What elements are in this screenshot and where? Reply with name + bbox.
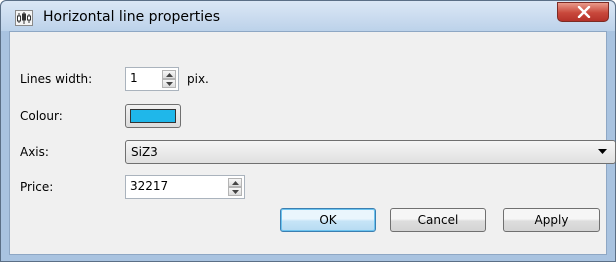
- lines-width-label: Lines width:: [20, 72, 93, 86]
- lines-width-up-button[interactable]: [162, 70, 176, 79]
- price-label: Price:: [20, 180, 54, 194]
- window-title: Horizontal line properties: [43, 9, 221, 25]
- lines-width-spinbox[interactable]: 1: [125, 67, 179, 91]
- price-spinbox[interactable]: 32217: [125, 175, 245, 199]
- arrow-down-icon: [232, 190, 239, 194]
- axis-dropdown[interactable]: SiZ3: [125, 140, 616, 164]
- lines-width-value: 1: [130, 71, 138, 85]
- price-value: 32217: [130, 179, 169, 193]
- axis-label: Axis:: [20, 145, 49, 159]
- chart-app-icon: [15, 10, 33, 26]
- title-bar[interactable]: Horizontal line properties: [1, 1, 615, 31]
- apply-button[interactable]: Apply: [503, 208, 600, 232]
- chevron-down-icon: [598, 149, 607, 154]
- colour-swatch: [130, 109, 176, 123]
- colour-picker-button[interactable]: [125, 104, 181, 128]
- lines-width-down-button[interactable]: [162, 79, 176, 88]
- arrow-up-icon: [166, 73, 173, 77]
- ok-button[interactable]: OK: [280, 208, 376, 232]
- colour-label: Colour:: [20, 109, 63, 123]
- price-up-button[interactable]: [228, 178, 242, 187]
- arrow-up-icon: [232, 181, 239, 185]
- cancel-button[interactable]: Cancel: [390, 208, 486, 232]
- close-button[interactable]: [557, 2, 609, 22]
- axis-value: SiZ3: [131, 145, 158, 159]
- close-icon: [577, 6, 591, 18]
- price-down-button[interactable]: [228, 187, 242, 196]
- arrow-down-icon: [166, 82, 173, 86]
- lines-width-unit: pix.: [187, 72, 209, 86]
